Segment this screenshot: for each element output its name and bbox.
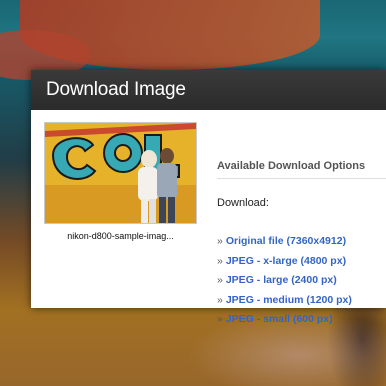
download-link-medium[interactable]: JPEG - medium (1200 px) xyxy=(226,294,352,306)
dialog-title: Download Image xyxy=(46,79,186,100)
bullet-icon: » xyxy=(217,313,223,325)
bullet-icon: » xyxy=(217,235,223,247)
download-image-dialog: Download Image nikon-d800-sample-imag...… xyxy=(31,70,386,325)
bullet-icon: » xyxy=(217,254,223,267)
download-option-large: » JPEG - large (2400 px) xyxy=(217,271,352,291)
download-link-xlarge[interactable]: JPEG - x-large (4800 px) xyxy=(226,255,346,267)
divider xyxy=(217,178,386,179)
download-option-original: » Original file (7360x4912) xyxy=(217,232,352,252)
image-thumbnail xyxy=(44,122,197,224)
download-link-original[interactable]: Original file (7360x4912) xyxy=(226,235,346,247)
download-option-xlarge: » JPEG - x-large (4800 px) xyxy=(217,252,352,272)
download-option-small: » JPEG - small (600 px) xyxy=(217,310,352,330)
bullet-icon: » xyxy=(217,293,223,306)
options-heading: Available Download Options xyxy=(217,160,366,172)
dialog-body: nikon-d800-sample-imag... Available Down… xyxy=(31,110,386,325)
download-option-medium: » JPEG - medium (1200 px) xyxy=(217,291,352,311)
download-label: Download: xyxy=(217,197,269,209)
download-link-large[interactable]: JPEG - large (2400 px) xyxy=(226,274,337,286)
bullet-icon: » xyxy=(217,274,223,286)
dialog-header: Download Image xyxy=(31,70,386,110)
download-options-list: » Original file (7360x4912) » JPEG - x-lar… xyxy=(217,232,352,330)
download-link-small[interactable]: JPEG - small (600 px) xyxy=(226,313,333,325)
thumbnail-caption: nikon-d800-sample-imag... xyxy=(67,231,174,241)
